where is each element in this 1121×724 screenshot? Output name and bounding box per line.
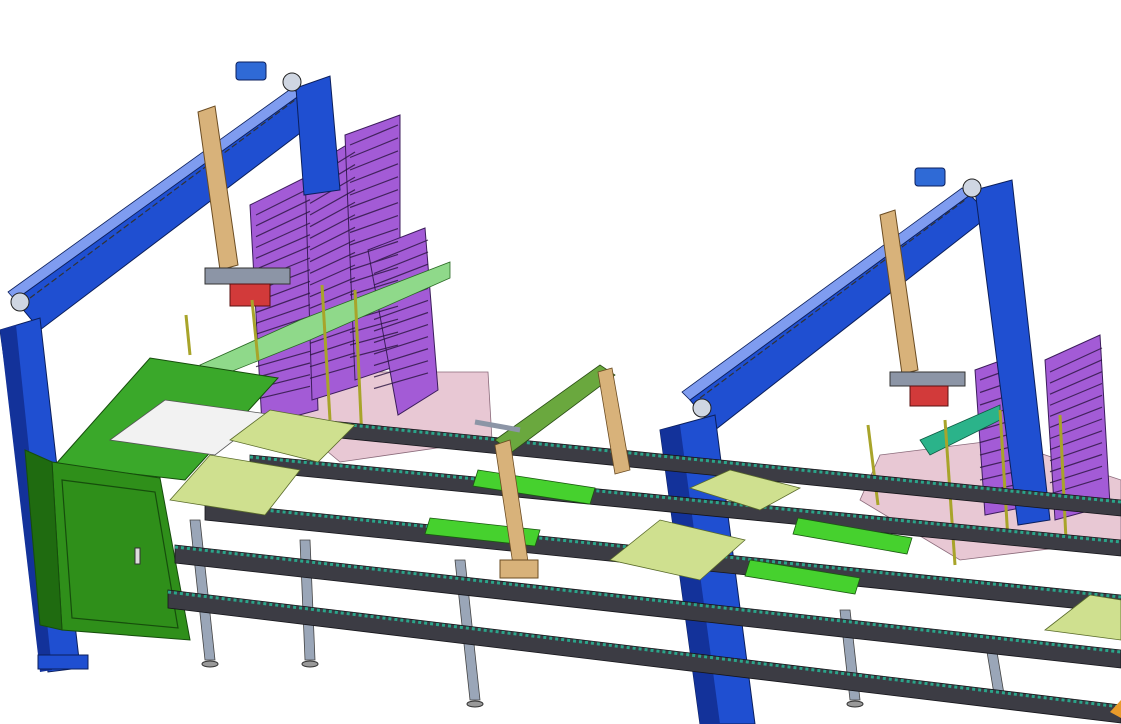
gantry-motor-left: [235, 61, 267, 81]
gantry-foot-left: [37, 654, 89, 670]
assembly-render: [0, 61, 1121, 724]
pulley-icon: [692, 398, 712, 418]
gripper-jaw-left: [229, 283, 271, 307]
gantry-upright-rear-left: [295, 75, 341, 196]
cad-viewport[interactable]: [0, 0, 1121, 724]
transfer-rail: [494, 364, 616, 453]
conveyor-support-leg: [189, 519, 216, 661]
gripper-jaw-right: [909, 385, 949, 407]
transfer-foot: [499, 559, 539, 579]
gripper-head-right: [889, 371, 966, 387]
cabinet-door-handle: [134, 547, 141, 565]
gantry-belt-right: [699, 199, 966, 399]
pulley-icon: [282, 72, 302, 92]
pulley-icon: [962, 178, 982, 198]
leveling-foot: [201, 660, 219, 668]
gantry-beam-right-top: [681, 187, 971, 401]
gantry-motor-right: [914, 167, 946, 187]
leveling-foot: [466, 700, 484, 708]
transfer-leg-1: [494, 439, 531, 579]
conveyor-support-leg: [299, 539, 316, 661]
leveling-foot: [846, 700, 864, 708]
gripper-head-left: [204, 267, 291, 285]
cabinet-front: [51, 461, 191, 641]
leveling-foot: [301, 660, 319, 668]
pulley-icon: [10, 292, 30, 312]
